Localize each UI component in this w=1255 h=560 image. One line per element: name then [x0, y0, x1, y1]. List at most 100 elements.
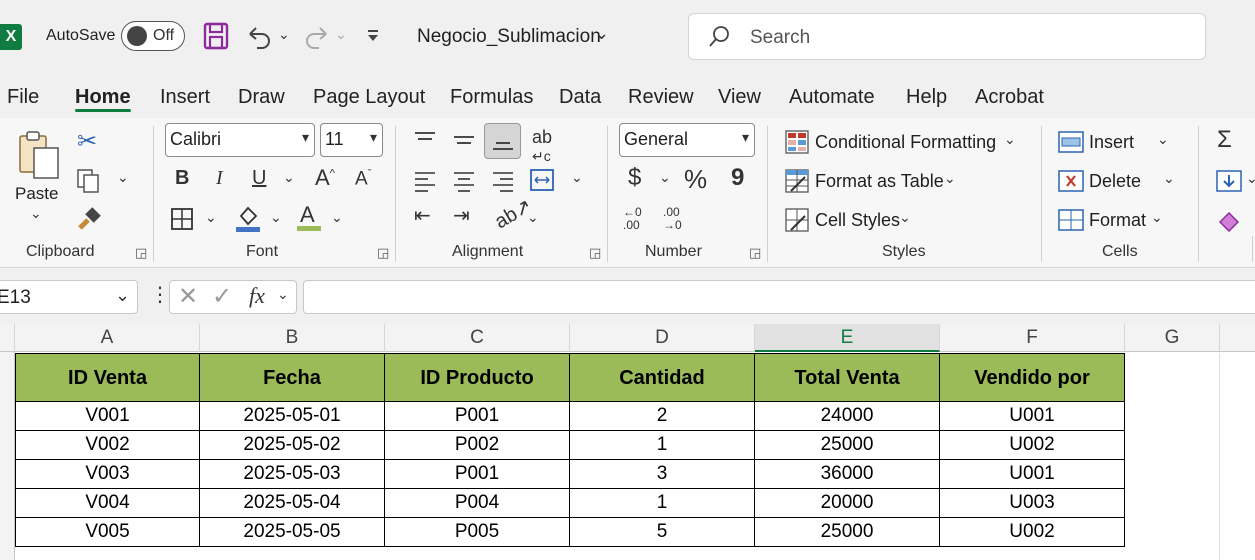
increase-indent-icon[interactable]: ⇥	[453, 206, 470, 226]
tab-help[interactable]: Help	[906, 86, 947, 109]
table-cell[interactable]: 2025-05-01	[200, 402, 385, 431]
currency-icon[interactable]: $	[628, 166, 641, 190]
tab-home[interactable]: Home	[75, 86, 131, 109]
delete-cells-icon[interactable]	[1058, 169, 1084, 193]
table-header-cell[interactable]: Total Venta	[755, 353, 940, 402]
table-cell[interactable]: 2025-05-02	[200, 431, 385, 460]
insert-chevron-icon[interactable]: ⌄	[1157, 132, 1169, 146]
fill-color-chevron-icon[interactable]: ⌄	[270, 210, 282, 224]
percent-icon[interactable]: %	[684, 166, 707, 192]
decrease-indent-icon[interactable]: ⇤	[414, 206, 431, 226]
table-cell[interactable]: V001	[15, 402, 200, 431]
table-cell[interactable]: U002	[940, 431, 1125, 460]
more-options-icon[interactable]: ⋮	[150, 285, 170, 305]
align-top-icon[interactable]	[414, 130, 436, 150]
insert-label[interactable]: Insert	[1089, 132, 1134, 153]
font-color-icon[interactable]: A	[296, 202, 322, 232]
table-cell[interactable]: 2025-05-04	[200, 489, 385, 518]
select-all-corner[interactable]	[0, 324, 15, 352]
fill-color-icon[interactable]	[235, 204, 261, 232]
alignment-launcher-icon[interactable]: ◲	[589, 245, 601, 261]
cut-icon[interactable]: ✂	[77, 130, 97, 154]
enter-icon[interactable]: ✓	[212, 285, 232, 309]
table-cell[interactable]: 5	[570, 518, 755, 547]
tab-draw[interactable]: Draw	[238, 86, 285, 109]
table-cell[interactable]: 1	[570, 431, 755, 460]
format-painter-icon[interactable]	[76, 206, 102, 232]
table-cell[interactable]: P004	[385, 489, 570, 518]
table-cell[interactable]: P001	[385, 460, 570, 489]
table-cell[interactable]: 25000	[755, 431, 940, 460]
italic-icon[interactable]: I	[216, 168, 223, 188]
tab-automate[interactable]: Automate	[789, 86, 875, 109]
table-cell[interactable]: 2025-05-05	[200, 518, 385, 547]
table-cell[interactable]: 2025-05-03	[200, 460, 385, 489]
format-label[interactable]: Format	[1089, 210, 1146, 231]
conditional-formatting-icon[interactable]	[785, 130, 809, 154]
table-cell[interactable]: V004	[15, 489, 200, 518]
table-cell[interactable]: P001	[385, 402, 570, 431]
column-header-h[interactable]	[1220, 324, 1255, 352]
merge-chevron-icon[interactable]: ⌄	[571, 170, 583, 184]
table-cell[interactable]: 24000	[755, 402, 940, 431]
column-header-g[interactable]: G	[1125, 324, 1220, 352]
insert-function-icon[interactable]: fx	[249, 285, 265, 307]
table-cell[interactable]: U001	[940, 402, 1125, 431]
clipboard-launcher-icon[interactable]: ◲	[135, 245, 147, 261]
tab-insert[interactable]: Insert	[160, 86, 210, 109]
wrap-text-icon[interactable]: ab ↵c	[532, 128, 552, 164]
table-cell[interactable]: 3	[570, 460, 755, 489]
tab-review[interactable]: Review	[628, 86, 694, 109]
table-cell[interactable]: U003	[940, 489, 1125, 518]
comma-style-icon[interactable]: 9	[731, 166, 744, 190]
formula-input[interactable]	[303, 280, 1255, 314]
table-cell[interactable]: V002	[15, 431, 200, 460]
table-cell[interactable]: 25000	[755, 518, 940, 547]
format-as-table-icon[interactable]	[785, 169, 809, 193]
conditional-formatting-chevron-icon[interactable]: ⌄	[1004, 132, 1016, 146]
table-cell[interactable]: 20000	[755, 489, 940, 518]
table-cell[interactable]: 2	[570, 402, 755, 431]
table-cell[interactable]: V005	[15, 518, 200, 547]
undo-dropdown-chevron-icon[interactable]: ⌄	[278, 27, 290, 41]
paste-label[interactable]: Paste	[15, 184, 58, 204]
format-chevron-icon[interactable]: ⌄	[1151, 210, 1163, 224]
fill-icon[interactable]	[1216, 169, 1242, 193]
format-cells-icon[interactable]	[1058, 208, 1084, 232]
undo-icon[interactable]	[245, 22, 273, 50]
borders-icon[interactable]	[170, 207, 194, 231]
tab-file[interactable]: File	[7, 86, 39, 109]
table-cell[interactable]: P002	[385, 431, 570, 460]
align-right-icon[interactable]	[492, 170, 514, 192]
delete-chevron-icon[interactable]: ⌄	[1163, 171, 1175, 185]
copy-chevron-icon[interactable]: ⌄	[117, 170, 129, 184]
number-format-dropdown[interactable]: General ▾	[619, 123, 755, 157]
column-header-f[interactable]: F	[940, 324, 1125, 352]
font-launcher-icon[interactable]: ◲	[377, 245, 389, 261]
table-cell[interactable]: 36000	[755, 460, 940, 489]
borders-chevron-icon[interactable]: ⌄	[205, 210, 217, 224]
table-cell[interactable]: U002	[940, 518, 1125, 547]
decrease-decimal-icon[interactable]: .00 →0	[663, 206, 689, 232]
tab-formulas[interactable]: Formulas	[450, 86, 533, 109]
underline-chevron-icon[interactable]: ⌄	[283, 170, 295, 184]
orientation-chevron-icon[interactable]: ⌄	[527, 210, 539, 224]
file-name[interactable]: Negocio_Sublimacion	[417, 26, 601, 48]
fx-chevron-icon[interactable]: ⌄	[277, 287, 289, 301]
font-color-chevron-icon[interactable]: ⌄	[331, 210, 343, 224]
paste-chevron-icon[interactable]: ⌄	[30, 206, 42, 220]
cell-styles-icon[interactable]	[785, 208, 809, 232]
table-header-cell[interactable]: Fecha	[200, 353, 385, 402]
align-bottom-button[interactable]	[484, 123, 521, 159]
cancel-icon[interactable]: ✕	[178, 285, 198, 309]
table-cell[interactable]: U001	[940, 460, 1125, 489]
currency-chevron-icon[interactable]: ⌄	[659, 170, 671, 184]
name-box[interactable]: E13 ⌄	[0, 280, 138, 314]
table-cell[interactable]: P005	[385, 518, 570, 547]
empty-column-g[interactable]	[1125, 353, 1220, 560]
increase-decimal-icon[interactable]: ←0 .00	[623, 206, 649, 232]
decrease-font-size-icon[interactable]: Aˇ	[355, 169, 371, 189]
customize-toolbar-icon[interactable]	[366, 28, 380, 44]
align-middle-icon[interactable]	[453, 130, 475, 150]
increase-font-size-icon[interactable]: A^	[315, 167, 335, 189]
